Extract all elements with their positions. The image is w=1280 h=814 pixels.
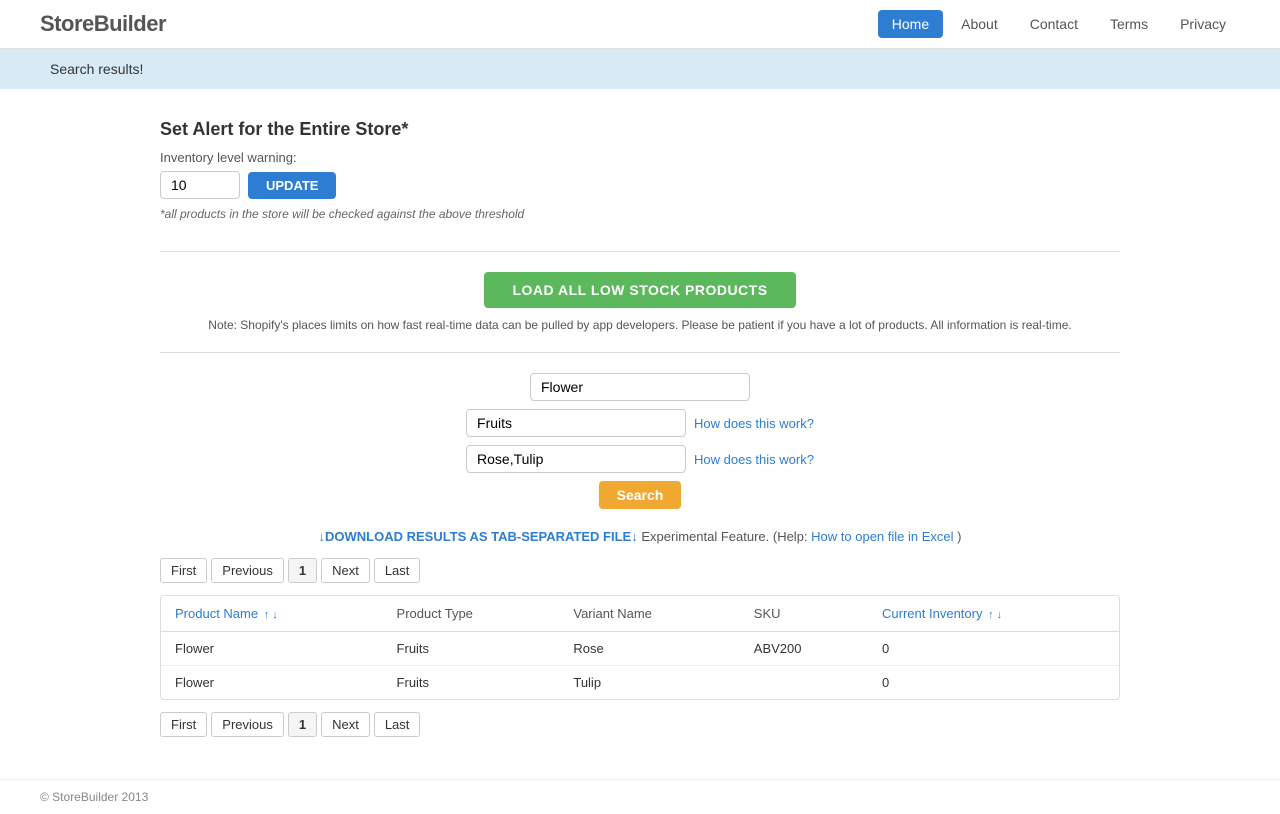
- search-product-name-input[interactable]: [530, 373, 750, 401]
- next-page-button-top[interactable]: Next: [321, 558, 370, 583]
- divider-1: [160, 251, 1120, 252]
- alert-title: Set Alert for the Entire Store*: [160, 119, 1120, 140]
- how-to-open-excel-link[interactable]: How to open file in Excel: [811, 529, 953, 544]
- download-tsv-link[interactable]: ↓DOWNLOAD RESULTS AS TAB-SEPARATED FILE↓: [319, 529, 638, 544]
- alert-note: *all products in the store will be check…: [160, 207, 1120, 221]
- load-note: Note: Shopify's places limits on how fas…: [160, 318, 1120, 332]
- brand-logo: StoreBuilder: [40, 11, 166, 37]
- previous-page-button-top[interactable]: Previous: [211, 558, 284, 583]
- alert-row: UPDATE: [160, 171, 1120, 199]
- load-low-stock-button[interactable]: LOAD ALL LOW STOCK PRODUCTS: [484, 272, 795, 308]
- search-row-1: [530, 373, 750, 401]
- table-cell-inventory: 0: [868, 632, 1119, 666]
- how-does-this-work-link-1[interactable]: How does this work?: [694, 416, 814, 431]
- load-section: LOAD ALL LOW STOCK PRODUCTS Note: Shopif…: [160, 272, 1120, 332]
- inventory-table-container: Product Name ↑ ↓ Product Type Variant Na…: [160, 595, 1120, 700]
- first-page-button-bottom[interactable]: First: [160, 712, 207, 737]
- how-does-this-work-link-2[interactable]: How does this work?: [694, 452, 814, 467]
- update-button[interactable]: UPDATE: [248, 172, 336, 199]
- table-cell-sku: ABV200: [740, 632, 868, 666]
- last-page-button-bottom[interactable]: Last: [374, 712, 421, 737]
- table-cell-product_type: Fruits: [383, 632, 560, 666]
- table-cell-sku: [740, 666, 868, 700]
- table-cell-product_type: Fruits: [383, 666, 560, 700]
- table-cell-inventory: 0: [868, 666, 1119, 700]
- pagination-top: First Previous 1 Next Last: [160, 558, 1120, 583]
- col-product-name[interactable]: Product Name ↑ ↓: [161, 596, 383, 632]
- nav-links: Home About Contact Terms Privacy: [878, 10, 1240, 38]
- nav-terms[interactable]: Terms: [1096, 10, 1162, 38]
- table-cell-product_name: Flower: [161, 666, 383, 700]
- table-body: FlowerFruitsRoseABV2000FlowerFruitsTulip…: [161, 632, 1119, 700]
- last-page-button-top[interactable]: Last: [374, 558, 421, 583]
- inventory-warning-input[interactable]: [160, 171, 240, 199]
- download-section: ↓DOWNLOAD RESULTS AS TAB-SEPARATED FILE↓…: [160, 529, 1120, 544]
- previous-page-button-bottom[interactable]: Previous: [211, 712, 284, 737]
- search-form: How does this work? How does this work? …: [160, 373, 1120, 509]
- first-page-button-top[interactable]: First: [160, 558, 207, 583]
- nav-privacy[interactable]: Privacy: [1166, 10, 1240, 38]
- next-page-button-bottom[interactable]: Next: [321, 712, 370, 737]
- search-product-type-input[interactable]: [466, 409, 686, 437]
- alert-section: Set Alert for the Entire Store* Inventor…: [160, 119, 1120, 221]
- pagination-bottom: First Previous 1 Next Last: [160, 712, 1120, 737]
- divider-2: [160, 352, 1120, 353]
- col-variant-name: Variant Name: [559, 596, 739, 632]
- sort-arrows-inventory: ↑ ↓: [988, 609, 1002, 621]
- download-note-end: ): [957, 529, 961, 544]
- table-row: FlowerFruitsRoseABV2000: [161, 632, 1119, 666]
- table-row: FlowerFruitsTulip 0: [161, 666, 1119, 700]
- main-content: Set Alert for the Entire Store* Inventor…: [0, 109, 1280, 759]
- search-button[interactable]: Search: [599, 481, 682, 509]
- download-note: Experimental Feature. (Help:: [641, 529, 811, 544]
- inventory-table: Product Name ↑ ↓ Product Type Variant Na…: [161, 596, 1119, 699]
- search-results-banner: Search results!: [0, 49, 1280, 89]
- current-page-bottom[interactable]: 1: [288, 712, 317, 737]
- search-button-row: Search: [599, 481, 682, 509]
- table-header-row: Product Name ↑ ↓ Product Type Variant Na…: [161, 596, 1119, 632]
- nav-about[interactable]: About: [947, 10, 1012, 38]
- navbar: StoreBuilder Home About Contact Terms Pr…: [0, 0, 1280, 49]
- table-cell-variant_name: Rose: [559, 632, 739, 666]
- col-sku: SKU: [740, 596, 868, 632]
- table-cell-product_name: Flower: [161, 632, 383, 666]
- footer: © StoreBuilder 2013: [0, 779, 1280, 814]
- col-product-type: Product Type: [383, 596, 560, 632]
- sort-arrows-product-name: ↑ ↓: [264, 609, 278, 621]
- search-variant-input[interactable]: [466, 445, 686, 473]
- table-cell-variant_name: Tulip: [559, 666, 739, 700]
- nav-home[interactable]: Home: [878, 10, 943, 38]
- current-page-top[interactable]: 1: [288, 558, 317, 583]
- search-row-3: How does this work?: [466, 445, 814, 473]
- search-row-2: How does this work?: [466, 409, 814, 437]
- alert-label: Inventory level warning:: [160, 150, 1120, 165]
- col-current-inventory[interactable]: Current Inventory ↑ ↓: [868, 596, 1119, 632]
- nav-contact[interactable]: Contact: [1016, 10, 1092, 38]
